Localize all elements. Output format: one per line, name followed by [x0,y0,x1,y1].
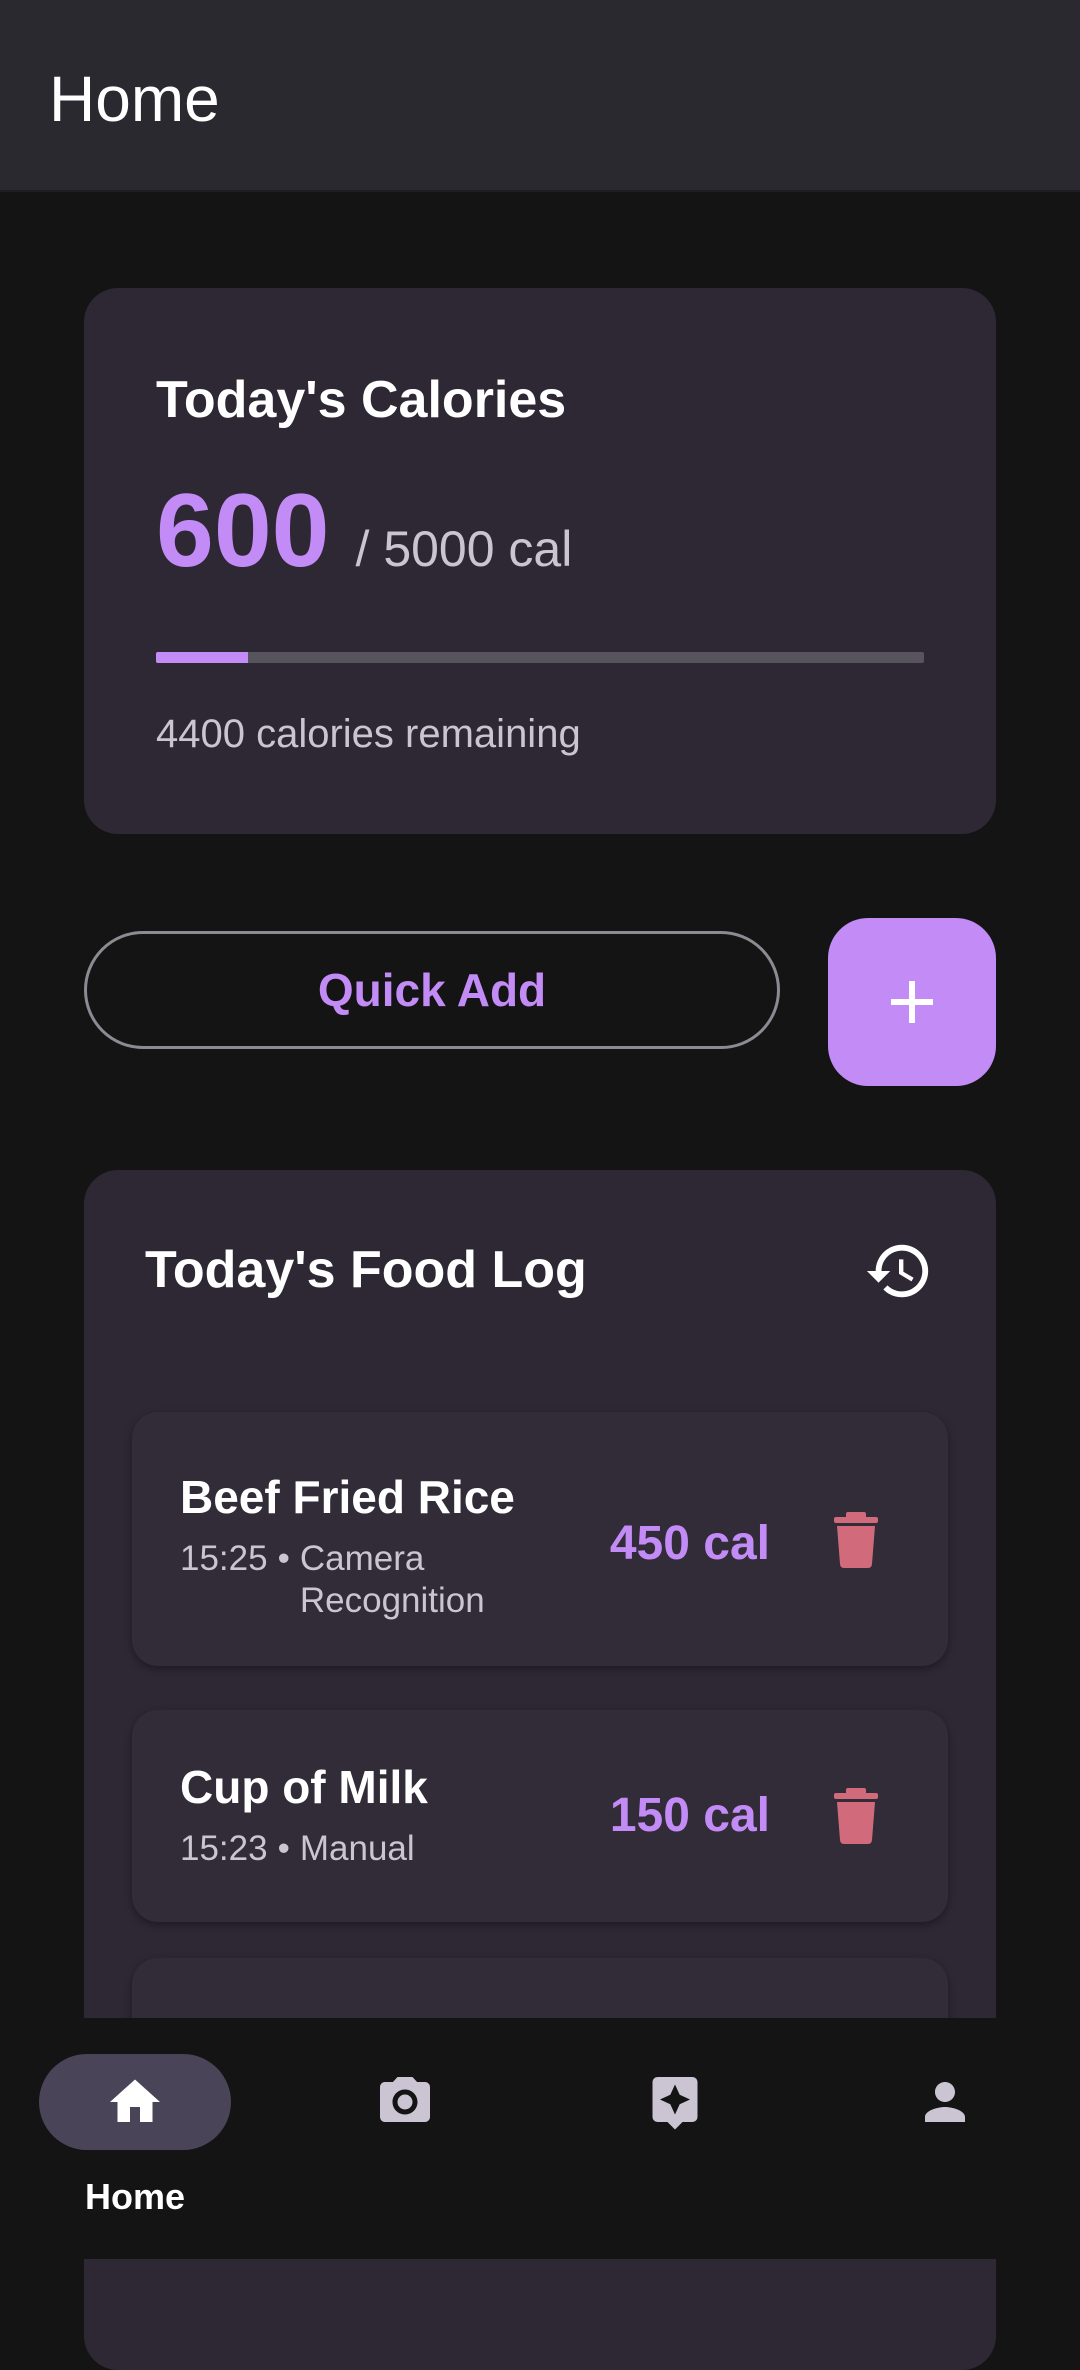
plus-icon [891,981,933,1023]
calories-consumed: 600 [156,473,330,589]
calories-progress-fill [156,652,249,663]
food-source: Camera Recognition [299,1539,485,1620]
calories-progress-bar [156,652,924,663]
nav-label-home: Home [84,2176,186,2217]
nav-item-insights[interactable] [540,2018,810,2259]
calories-remaining: 4400 calories remaining [156,712,581,756]
delete-icon[interactable] [832,1788,880,1844]
food-calories: 450 cal [609,1517,770,1570]
calories-goal: / 5000 cal [355,521,573,577]
quick-add-button[interactable]: Quick Add [84,931,780,1049]
food-calories: 150 cal [609,1789,770,1842]
bottom-navigation: Home [0,2018,1080,2259]
history-icon [866,1244,929,1298]
sparkle-icon [652,2077,698,2130]
history-button[interactable] [864,1236,934,1306]
food-meta: 15:25 • Camera Recognition [180,1538,500,1622]
home-icon [110,2079,160,2122]
food-log-title: Today's Food Log [145,1241,587,1299]
separator-dot: • [277,1539,290,1578]
calories-summary: 600 / 5000 cal [156,472,572,591]
food-time: 15:25 [180,1539,268,1578]
separator-dot: • [277,1829,290,1868]
food-source: Manual [299,1829,415,1868]
food-name: Beef Fried Rice [180,1471,515,1523]
nav-item-camera[interactable] [270,2018,540,2259]
calories-card-title: Today's Calories [156,371,567,429]
food-time: 15:23 [180,1829,268,1868]
add-food-button[interactable] [828,918,996,1086]
food-log-entry[interactable]: Cup of Milk 15:23 • Manual 150 cal [132,1710,948,1922]
food-log-entry[interactable]: Beef Fried Rice 15:25 • Camera Recogniti… [132,1412,948,1666]
page-title: Home [49,63,220,135]
calories-card: Today's Calories 600 / 5000 cal 4400 cal… [84,288,996,834]
food-name: Cup of Milk [180,1761,428,1813]
nav-item-profile[interactable] [810,2018,1080,2259]
delete-icon[interactable] [832,1512,880,1568]
camera-icon [380,2077,430,2122]
food-meta: 15:23 • Manual [180,1828,500,1870]
top-app-bar: Home [0,0,1080,192]
nav-item-home[interactable]: Home [0,2018,270,2259]
profile-icon [925,2082,965,2122]
